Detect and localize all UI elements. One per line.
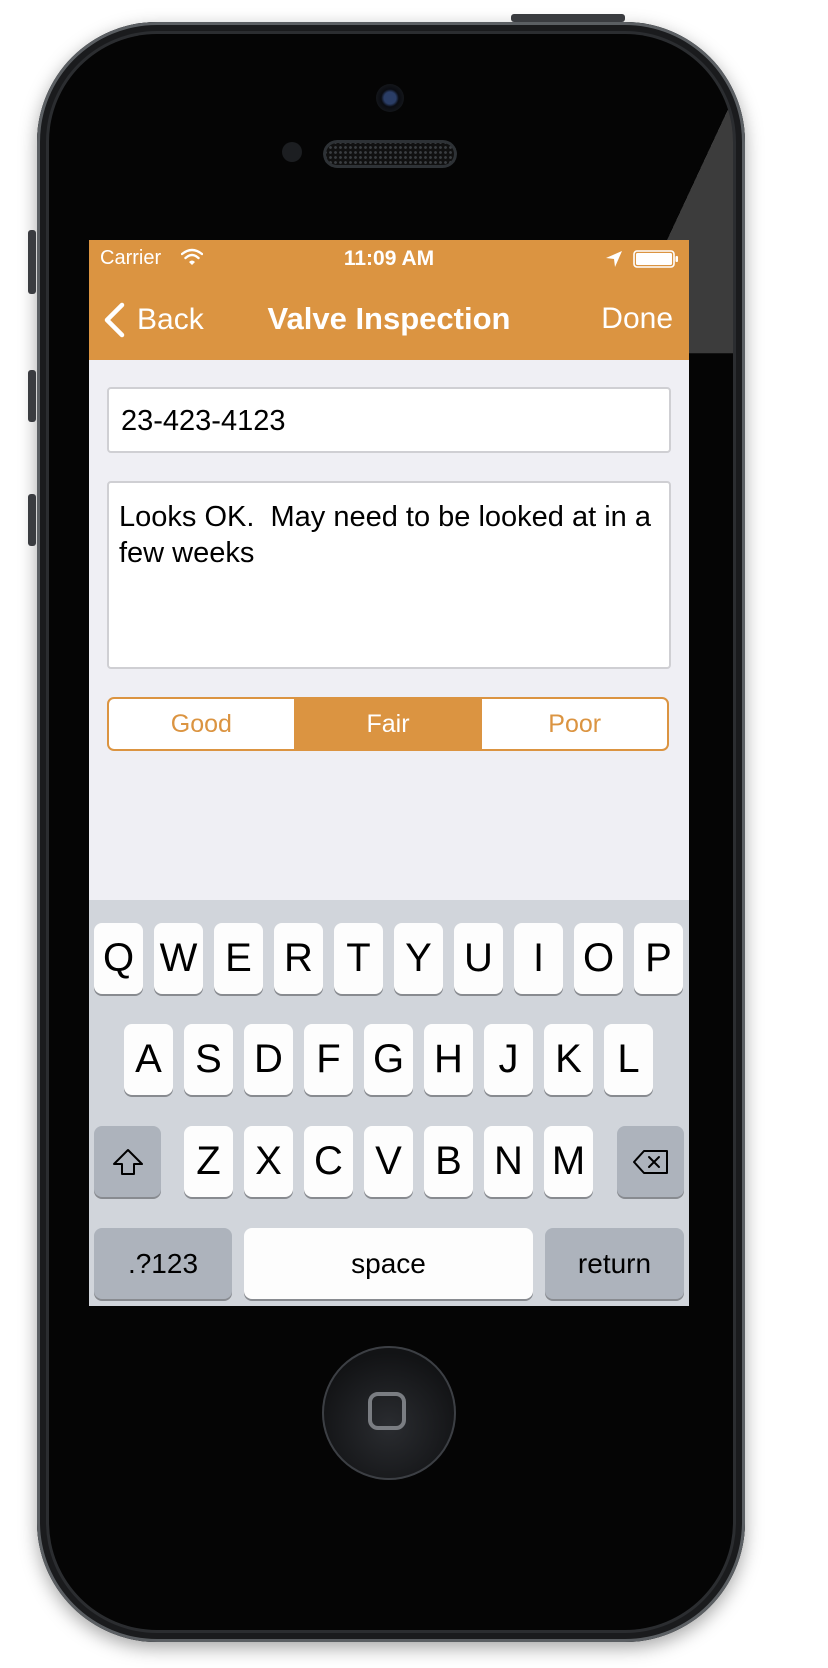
condition-segmented-control: Good Fair Poor [107, 697, 669, 751]
status-bar: Carrier 11:09 AM [89, 240, 689, 280]
earpiece-speaker [323, 140, 457, 168]
key-t[interactable]: T [334, 923, 383, 994]
segment-good[interactable]: Good [109, 699, 296, 749]
key-m[interactable]: M [544, 1126, 593, 1197]
navigation-bar: Carrier 11:09 AM Back Valve Inspection D… [89, 240, 689, 360]
key-j[interactable]: J [484, 1024, 533, 1095]
mute-switch [28, 230, 36, 294]
key-u[interactable]: U [454, 923, 503, 994]
location-arrow-icon [606, 251, 622, 267]
volume-up-button [28, 370, 36, 422]
key-p[interactable]: P [634, 923, 683, 994]
keyboard: Q W E R T Y U I O P A S D F G H J K L Z … [89, 900, 689, 1306]
key-i[interactable]: I [514, 923, 563, 994]
home-button[interactable] [322, 1346, 456, 1480]
status-time: 11:09 AM [343, 247, 435, 270]
key-n[interactable]: N [484, 1126, 533, 1197]
key-d[interactable]: D [244, 1024, 293, 1095]
key-b[interactable]: B [424, 1126, 473, 1197]
done-button[interactable]: Done [601, 300, 673, 338]
key-f[interactable]: F [304, 1024, 353, 1095]
space-key[interactable]: space [244, 1228, 533, 1299]
segment-fair[interactable]: Fair [295, 699, 483, 749]
numbers-key[interactable]: .?123 [94, 1228, 232, 1299]
key-w[interactable]: W [154, 923, 203, 994]
key-e[interactable]: E [214, 923, 263, 994]
proximity-sensor [282, 142, 302, 162]
home-square-icon [368, 1392, 406, 1430]
key-a[interactable]: A [124, 1024, 173, 1095]
delete-key[interactable] [617, 1126, 684, 1197]
key-x[interactable]: X [244, 1126, 293, 1197]
shift-key[interactable] [94, 1126, 161, 1197]
return-key[interactable]: return [545, 1228, 684, 1299]
backspace-icon [632, 1149, 668, 1174]
volume-down-button [28, 494, 36, 546]
key-v[interactable]: V [364, 1126, 413, 1197]
key-y[interactable]: Y [394, 923, 443, 994]
valve-id-field[interactable]: 23-423-4123 [107, 387, 671, 453]
front-camera [376, 84, 404, 112]
key-s[interactable]: S [184, 1024, 233, 1095]
notes-textarea[interactable]: Looks OK. May need to be looked at in a … [107, 481, 671, 669]
key-k[interactable]: K [544, 1024, 593, 1095]
segment-poor[interactable]: Poor [482, 699, 667, 749]
key-o[interactable]: O [574, 923, 623, 994]
key-g[interactable]: G [364, 1024, 413, 1095]
key-z[interactable]: Z [184, 1126, 233, 1197]
key-q[interactable]: Q [94, 923, 143, 994]
power-button [511, 14, 625, 22]
key-r[interactable]: R [274, 923, 323, 994]
shift-arrow-icon [112, 1148, 143, 1175]
battery-icon [633, 250, 678, 268]
key-h[interactable]: H [424, 1024, 473, 1095]
app-screen: Carrier 11:09 AM Back Valve Inspection D… [89, 240, 689, 1306]
key-c[interactable]: C [304, 1126, 353, 1197]
key-l[interactable]: L [604, 1024, 653, 1095]
page-title: Valve Inspection [267, 301, 511, 336]
